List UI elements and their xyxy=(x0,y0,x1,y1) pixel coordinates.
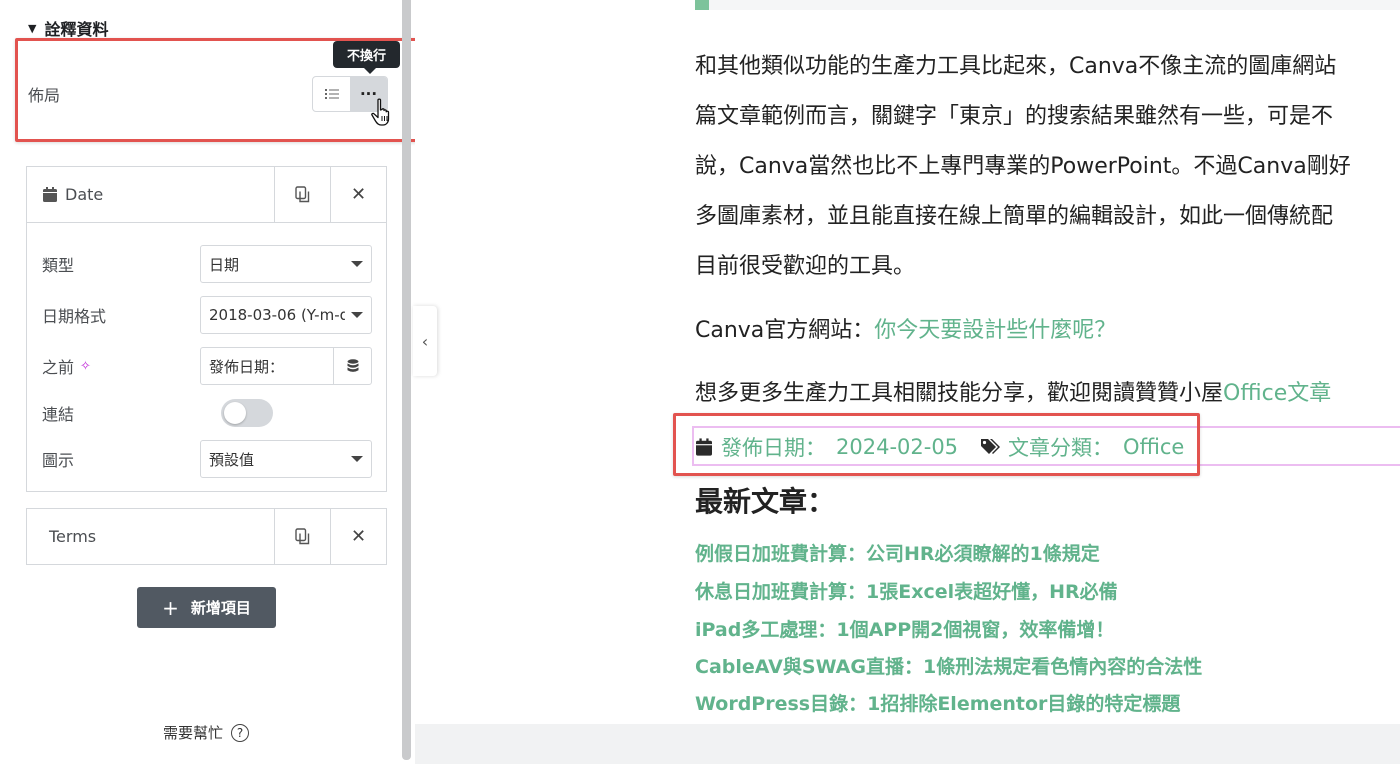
control-before: 之前 ✧ 發佈日期： xyxy=(42,347,372,385)
icon-select-value: 預設值 xyxy=(209,450,255,469)
copy-icon xyxy=(295,528,310,545)
control-type: 類型 日期 xyxy=(42,245,372,283)
control-icon: 圖示 預設值 xyxy=(42,440,372,478)
date-format-value: 2018-03-06 (Y-m-d) xyxy=(209,306,345,324)
preview-footer-area xyxy=(415,724,1400,764)
date-format-label: 日期格式 xyxy=(42,307,107,326)
calendar-icon xyxy=(43,187,57,202)
caret-down-icon: ▼ xyxy=(28,21,37,35)
plus-icon: + xyxy=(162,595,179,620)
collapse-panel-button[interactable]: ‹ xyxy=(413,306,437,376)
caret-down-icon xyxy=(351,312,363,318)
type-label: 類型 xyxy=(42,256,75,275)
accent-bar xyxy=(695,0,709,10)
duplicate-terms-button[interactable] xyxy=(274,509,330,564)
repeater-item-title: Terms xyxy=(27,527,274,546)
before-input: 發佈日期： xyxy=(200,347,372,385)
add-item-button[interactable]: + 新增項目 xyxy=(137,587,276,628)
more-articles-paragraph: 想多更多生產力工具相關技能分享，歡迎閱讀贊贊小屋Office文章 xyxy=(695,375,1331,407)
latest-post-link[interactable]: iPad多工處理：1個APP開2個視窗，效率備增！ xyxy=(695,615,1114,642)
before-label-text: 之前 xyxy=(42,358,75,377)
highlight-box-meta xyxy=(673,413,1200,476)
repeater-item-terms: Terms ✕ xyxy=(26,508,387,565)
dynamic-tags-button[interactable] xyxy=(334,348,371,384)
link-toggle-switch[interactable] xyxy=(221,399,274,427)
section-title: 詮釋資料 xyxy=(44,20,109,39)
paragraph-line: 多圖庫素材，並且能直接在線上簡單的編輯設計，如此一個傳統配 xyxy=(695,204,1334,229)
repeater-item-header[interactable]: Date ✕ xyxy=(27,166,386,223)
date-item-label: Date xyxy=(65,185,104,204)
repeater-item-header[interactable]: Terms ✕ xyxy=(27,509,386,564)
official-site-paragraph: Canva官方網站：你今天要設計些什麼呢？ xyxy=(695,312,1116,344)
close-icon: ✕ xyxy=(350,526,367,547)
terms-item-label: Terms xyxy=(49,527,97,546)
question-circle-icon: ? xyxy=(231,723,250,742)
type-select-value: 日期 xyxy=(209,255,240,274)
repeater-item-title: Date xyxy=(27,185,274,204)
official-site-prefix: Canva官方網站： xyxy=(695,318,875,343)
icon-select[interactable]: 預設值 xyxy=(200,440,372,478)
ai-sparkle-icon[interactable]: ✧ xyxy=(80,359,91,374)
caret-down-icon xyxy=(351,261,363,267)
settings-panel: ▼ 詮釋資料 佈局 ··· 不換行 Date ✕ 類型 日期 日期格式 2018… xyxy=(0,0,423,764)
remove-date-button[interactable]: ✕ xyxy=(330,166,386,223)
toggle-knob xyxy=(224,402,247,424)
panel-scrollbar[interactable] xyxy=(402,0,411,760)
control-link: 連結 xyxy=(42,394,372,432)
latest-posts-heading: 最新文章： xyxy=(695,485,836,518)
date-format-select[interactable]: 2018-03-06 (Y-m-d) xyxy=(200,296,372,334)
latest-post-link[interactable]: WordPress目錄：1招排除Elementor目錄的特定標題 xyxy=(695,689,1180,716)
highlight-box-layout xyxy=(15,38,423,142)
latest-post-link[interactable]: 例假日加班費計算：公司HR必須瞭解的1條規定 xyxy=(695,539,1100,566)
copy-icon xyxy=(295,186,310,203)
caret-down-icon xyxy=(351,456,363,462)
control-date-format: 日期格式 2018-03-06 (Y-m-d) xyxy=(42,296,372,334)
preview-top-strip xyxy=(695,0,1400,10)
paragraph-line: 篇文章範例而言，關鍵字「東京」的搜索結果雖然有一些，可是不 xyxy=(695,104,1334,129)
link-label: 連結 xyxy=(42,405,75,424)
database-icon xyxy=(347,359,358,372)
help-link[interactable]: 需要幫忙 ? xyxy=(163,722,250,743)
paragraph-line: 說，Canva當然也比不上專門專業的PowerPoint。不過Canva剛好 xyxy=(695,154,1351,179)
remove-terms-button[interactable]: ✕ xyxy=(330,509,386,564)
before-label: 之前 ✧ xyxy=(42,354,200,378)
more-prefix: 想多更多生產力工具相關技能分享，歡迎閱讀贊贊小屋 xyxy=(695,381,1224,406)
close-icon: ✕ xyxy=(350,184,367,205)
repeater-item-date: Date ✕ 類型 日期 日期格式 2018-03-06 (Y-m-d) 之前 … xyxy=(26,166,387,492)
office-articles-link[interactable]: Office文章 xyxy=(1223,381,1331,406)
preview-canvas: 和其他類似功能的生產力工具比起來，Canva不像主流的圖庫網站 篇文章範例而言，… xyxy=(415,0,1400,764)
duplicate-date-button[interactable] xyxy=(274,166,330,223)
type-select[interactable]: 日期 xyxy=(200,245,372,283)
official-site-link[interactable]: 你今天要設計些什麼呢？ xyxy=(874,318,1116,343)
before-input-field[interactable]: 發佈日期： xyxy=(201,348,334,384)
add-item-label: 新增項目 xyxy=(190,599,251,617)
paragraph-line: 目前很受歡迎的工具。 xyxy=(695,254,916,279)
help-label: 需要幫忙 xyxy=(163,724,224,742)
chevron-left-icon: ‹ xyxy=(421,331,429,351)
latest-post-link[interactable]: CableAV與SWAG直播：1條刑法規定看色情內容的合法性 xyxy=(695,652,1202,679)
icon-label: 圖示 xyxy=(42,451,75,470)
paragraph-line: 和其他類似功能的生產力工具比起來，Canva不像主流的圖庫網站 xyxy=(695,54,1337,79)
section-header-metadata[interactable]: ▼ 詮釋資料 xyxy=(28,16,108,40)
latest-post-link[interactable]: 休息日加班費計算：1張Excel表超好懂，HR必備 xyxy=(695,577,1118,604)
